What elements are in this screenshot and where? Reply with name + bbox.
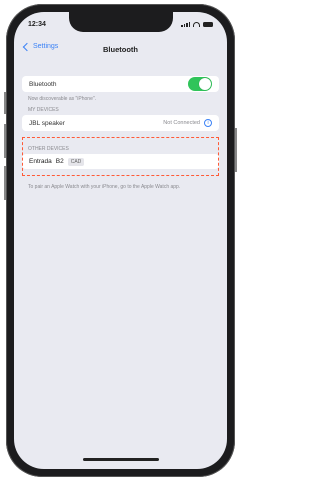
screen: 12:34 Settings Bluetooth Bluetooth Now d…	[14, 12, 227, 469]
status-time: 12:34	[28, 20, 46, 28]
status-icons	[181, 21, 213, 27]
status-bar: 12:34	[28, 18, 213, 30]
bluetooth-row: Bluetooth	[22, 76, 219, 92]
info-icon[interactable]: i	[204, 119, 212, 127]
toggle-knob	[199, 78, 211, 90]
phone-frame: 12:34 Settings Bluetooth Bluetooth Now d…	[6, 4, 235, 477]
my-device-status: Not Connected	[163, 120, 200, 126]
highlight-box	[22, 137, 219, 176]
bluetooth-card: Bluetooth	[22, 76, 219, 92]
wifi-icon	[193, 21, 200, 27]
pair-caption: To pair an Apple Watch with your iPhone,…	[28, 184, 181, 190]
signal-icon	[181, 21, 190, 27]
battery-icon	[203, 21, 213, 27]
bluetooth-toggle[interactable]	[188, 77, 212, 91]
chevron-left-icon	[22, 42, 32, 51]
my-devices-card: JBL speaker Not Connected i	[22, 115, 219, 131]
my-device-right: Not Connected i	[163, 119, 212, 127]
right-button	[235, 128, 237, 172]
discoverable-caption: Now discoverable as "iPhone".	[28, 96, 97, 102]
bluetooth-label: Bluetooth	[29, 80, 57, 88]
back-label: Settings	[33, 43, 59, 50]
my-devices-header: MY DEVICES	[28, 107, 59, 113]
nav-bar: Settings Bluetooth	[14, 40, 227, 58]
my-device-row[interactable]: JBL speaker Not Connected i	[22, 115, 219, 131]
my-device-name: JBL speaker	[29, 119, 65, 127]
back-button[interactable]: Settings	[22, 42, 59, 51]
home-indicator[interactable]	[82, 458, 159, 461]
page-title: Bluetooth	[103, 44, 138, 54]
